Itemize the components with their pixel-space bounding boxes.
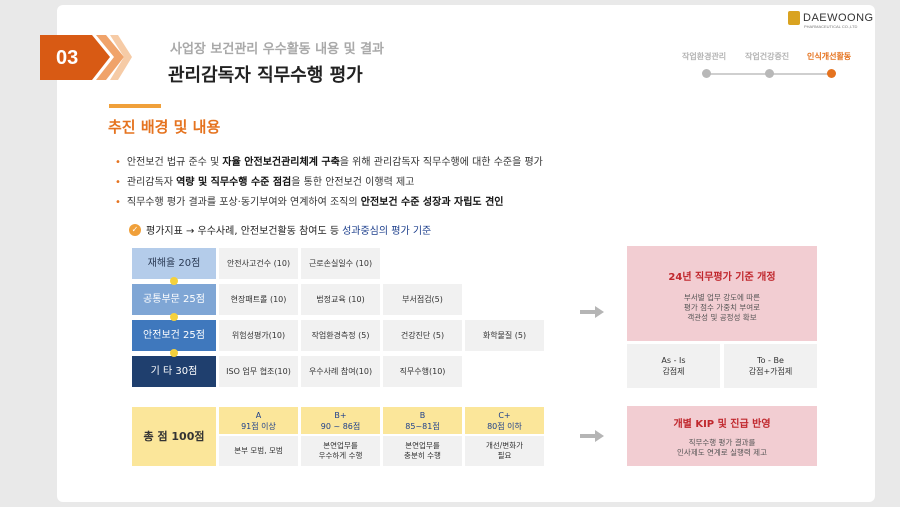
company-logo: DAEWOONG (788, 11, 874, 25)
as-is-box: As - Is 감점제 (627, 344, 720, 388)
grid-cell: 작업환경측정 (5) (301, 320, 380, 351)
step-nav-item-3[interactable]: 인식개선활동 (807, 51, 851, 62)
grid-cell: 화학물질 (5) (465, 320, 544, 351)
to-be-box: To - Be 감점+가점제 (724, 344, 817, 388)
grid-cell: 우수사례 참여(10) (301, 356, 380, 387)
grid-cell: 직무수행(10) (383, 356, 462, 387)
grade-header-b: B 85~81점 (383, 407, 462, 434)
connector-dot (170, 277, 178, 285)
category-etc: 기 타 30점 (132, 356, 216, 387)
grade-total: 총 점 100점 (132, 407, 216, 466)
connector-dot (170, 313, 178, 321)
bullet-item-3: • 직무수행 평가 결과를 포상·동기부여와 연계하여 조직의 안전보건 수준 성… (115, 197, 504, 208)
kip-promotion-title: 개별 KIP 및 진급 반영 (673, 419, 771, 430)
section-accent-bar (109, 104, 161, 108)
category-accident-rate: 재해율 20점 (132, 248, 216, 279)
grade-header-bplus: B+ 90 ~ 86점 (301, 407, 380, 434)
criteria-revision-title: 24년 직무평가 기준 개정 (668, 272, 776, 283)
step-dot-2 (765, 69, 774, 78)
logo-mark-icon (788, 11, 800, 25)
section-number: 03 (56, 47, 79, 69)
section-number-badge (40, 35, 132, 80)
check-circle-icon: ✓ (129, 223, 141, 236)
grade-desc-cplus: 개선/변화가 필요 (465, 436, 544, 466)
step-dot-3 (827, 69, 836, 78)
category-common: 공통부문 25점 (132, 284, 216, 315)
connector-dot (170, 349, 178, 357)
step-nav-item-1[interactable]: 작업환경관리 (682, 51, 726, 62)
grid-cell: 부서점검(5) (383, 284, 462, 315)
grade-header-cplus: C+ 80점 이하 (465, 407, 544, 434)
indicator-line: ✓ 평가지표 → 우수사례, 안전보건활동 참여도 등 성과중심의 평가 기준 (129, 222, 431, 237)
page-title: 관리감독자 직무수행 평가 (168, 65, 363, 86)
bullet-item-2: • 관리감독자 역량 및 직무수행 수준 점검을 통한 안전보건 이행력 제고 (115, 177, 415, 188)
grid-cell: 법정교육 (10) (301, 284, 380, 315)
kip-promotion-body: 직무수행 평가 결과를 인사제도 연계로 실행력 제고 (677, 438, 767, 457)
page-subtitle: 사업장 보건관리 우수활동 내용 및 결과 (170, 42, 384, 57)
grade-desc-bplus: 본연업무를 우수하게 수행 (301, 436, 380, 466)
step-nav-item-2[interactable]: 작업건강증진 (745, 51, 789, 62)
grid-cell: 근로손실일수 (10) (301, 248, 380, 279)
category-safety-health: 안전보건 25점 (132, 320, 216, 351)
step-dot-1 (702, 69, 711, 78)
criteria-revision-body: 부서별 업무 강도에 따른 평가 점수 가중치 부여로 객관성 및 공정성 확보 (683, 293, 761, 322)
bullet-item-1: • 안전보건 법규 준수 및 자율 안전보건관리체계 구축을 위해 관리감독자 직… (115, 157, 543, 168)
grade-desc-a: 본부 모범, 모범 (219, 436, 298, 466)
grid-cell: 안전사고건수 (10) (219, 248, 298, 279)
grid-cell: 위험성평가(10) (219, 320, 298, 351)
grade-header-a: A 91점 이상 (219, 407, 298, 434)
grid-cell: 현장패트롤 (10) (219, 284, 298, 315)
grid-cell: ISO 업무 협조(10) (219, 356, 298, 387)
logo-subtext: PHARMACEUTICAL CO.,LTD (804, 24, 858, 29)
right-arrow-icon (580, 430, 604, 442)
criteria-revision-panel: 24년 직무평가 기준 개정 부서별 업무 강도에 따른 평가 점수 가중치 부… (627, 246, 817, 341)
kip-promotion-panel: 개별 KIP 및 진급 반영 직무수행 평가 결과를 인사제도 연계로 실행력 … (627, 406, 817, 466)
right-arrow-icon (580, 306, 604, 318)
section-title: 추진 배경 및 내용 (108, 118, 221, 136)
grade-desc-b: 본연업무를 충분히 수행 (383, 436, 462, 466)
grid-cell: 건강진단 (5) (383, 320, 462, 351)
